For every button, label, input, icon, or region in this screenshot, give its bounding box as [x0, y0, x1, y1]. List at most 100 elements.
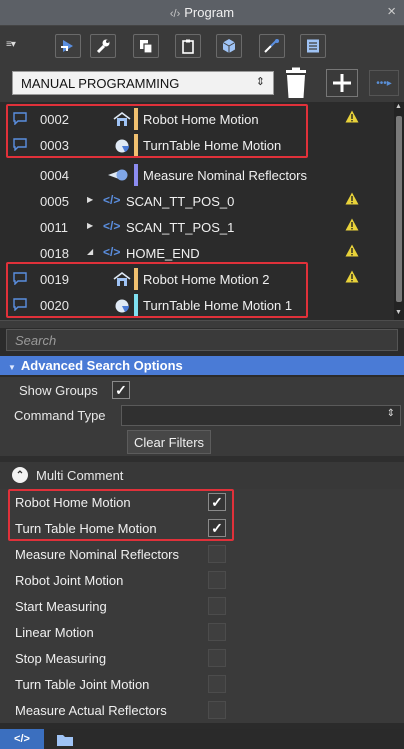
measure-button[interactable] [259, 34, 285, 58]
multi-comment-checkbox[interactable] [208, 623, 226, 641]
code-tab[interactable]: </> [0, 729, 44, 749]
program-bar: MANUAL PROGRAMMING ⇕ •••▸ [0, 64, 404, 102]
row-number: 0018 [40, 246, 69, 261]
run-icon [61, 40, 73, 52]
tree-row[interactable]: 0011 ▶ </> SCAN_TT_POS_1 [0, 214, 394, 240]
multi-comment-checkbox[interactable] [208, 649, 226, 667]
color-stripe [134, 108, 138, 130]
program-tree: 0002 Robot Home Motion 0003 TurnTable Home … [0, 102, 404, 320]
expand-arrow-icon[interactable]: ◢ [87, 247, 93, 256]
multi-comment-item: Stop Measuring [0, 645, 404, 671]
expand-arrow-icon[interactable]: ▶ [87, 221, 93, 230]
list-button[interactable] [300, 34, 326, 58]
select-arrows-icon: ⇕ [255, 76, 265, 88]
list-icon [307, 39, 319, 53]
tree-scrollbar[interactable]: ▲ ▼ [394, 102, 404, 320]
command-type-select[interactable]: ⇕ [121, 405, 401, 426]
add-button[interactable] [326, 69, 358, 97]
copy-button[interactable] [133, 34, 159, 58]
multi-comment-label: Turn Table Joint Motion [15, 677, 150, 692]
run-button[interactable] [55, 34, 81, 58]
multi-comment-checkbox[interactable]: ✓ [208, 493, 226, 511]
tree-row[interactable]: 0018 ◢ </> HOME_END [0, 240, 394, 266]
multi-comment-label: Stop Measuring [15, 651, 107, 666]
copy-icon [140, 40, 153, 54]
multi-comment-label: Linear Motion [15, 625, 94, 640]
row-number: 0019 [40, 272, 69, 287]
multi-comment-checkbox[interactable]: ✓ [208, 519, 226, 537]
window-title: ‹/› Program [0, 5, 404, 20]
tree-row[interactable]: 0004 Measure Nominal Reflectors [0, 162, 394, 188]
warning-icon [345, 110, 359, 126]
clear-filters-button[interactable]: Clear Filters [127, 430, 211, 454]
paste-button[interactable] [175, 34, 201, 58]
tree-row[interactable]: 0003 TurnTable Home Motion [0, 132, 394, 158]
folder-icon[interactable] [56, 733, 74, 747]
more-button[interactable]: •••▸ [369, 70, 399, 96]
multi-comment-checkbox[interactable] [208, 701, 226, 719]
row-label: HOME_END [126, 246, 200, 261]
expand-arrow-icon[interactable]: ▶ [87, 195, 93, 204]
scroll-down-icon[interactable]: ▼ [395, 309, 402, 316]
program-select[interactable]: MANUAL PROGRAMMING ⇕ [12, 71, 274, 95]
code-icon: ‹/› [169, 8, 181, 20]
menu-icon[interactable]: ≡▾ [6, 39, 16, 50]
multi-comment-checkbox[interactable] [208, 597, 226, 615]
multi-comment-checkbox[interactable] [208, 571, 226, 589]
comment-icon [13, 298, 27, 312]
command-type-label: Command Type [14, 408, 106, 423]
window-title-text: Program [184, 5, 235, 20]
multi-comment-item: Measure Actual Reflectors [0, 697, 404, 723]
command-type-row: Command Type ⇕ [0, 403, 404, 429]
measure-icon [264, 39, 279, 53]
multi-comment-checkbox[interactable] [208, 545, 226, 563]
warning-icon [345, 270, 359, 286]
scroll-thumb[interactable] [396, 116, 402, 302]
warning-icon [345, 218, 359, 234]
object-button[interactable] [216, 34, 242, 58]
trash-icon [286, 67, 306, 98]
row-label: SCAN_TT_POS_0 [126, 194, 235, 209]
multi-comment-label: Measure Actual Reflectors [15, 703, 167, 718]
toolbar: ≡▾ [0, 26, 404, 64]
multi-comment-label: Start Measuring [15, 599, 107, 614]
color-stripe [134, 294, 138, 316]
multi-comment-label: Turn Table Home Motion [15, 521, 157, 536]
program-select-value: MANUAL PROGRAMMING [21, 76, 180, 91]
code-icon: </> [103, 193, 121, 207]
row-number: 0002 [40, 112, 69, 127]
show-groups-row: Show Groups ✓ [0, 377, 404, 403]
delete-button[interactable] [283, 67, 309, 99]
select-arrows-icon: ⇕ [386, 408, 395, 419]
code-icon: </> [103, 245, 121, 259]
tree-row[interactable]: 0020 TurnTable Home Motion 1 [0, 292, 394, 318]
comment-icon [13, 272, 27, 286]
robot-home-icon [113, 272, 131, 290]
plus-icon [333, 74, 351, 92]
tree-row[interactable]: 0002 Robot Home Motion [0, 106, 394, 132]
search-input[interactable] [6, 329, 398, 351]
advanced-search-header[interactable]: ▼ Advanced Search Options [0, 356, 404, 375]
multi-comment-item: Robot Joint Motion [0, 567, 404, 593]
multi-comment-item: Turn Table Joint Motion [0, 671, 404, 697]
collapse-up-icon[interactable]: ⌃ [12, 467, 28, 483]
tree-row[interactable]: 0019 Robot Home Motion 2 [0, 266, 394, 292]
bottom-bar: </> [0, 729, 404, 749]
panel-splitter[interactable] [0, 320, 404, 328]
turntable-icon [115, 298, 131, 316]
comment-icon [13, 138, 27, 152]
multi-comment-item: Linear Motion [0, 619, 404, 645]
multi-comment-label: Robot Joint Motion [15, 573, 124, 588]
settings-button[interactable] [90, 34, 116, 58]
color-stripe [134, 134, 138, 156]
multi-comment-title: Multi Comment [36, 468, 124, 483]
show-groups-label: Show Groups [19, 383, 98, 398]
multi-comment-header[interactable]: ⌃ Multi Comment [0, 462, 404, 489]
show-groups-checkbox[interactable]: ✓ [112, 381, 130, 399]
scroll-up-icon[interactable]: ▲ [395, 103, 402, 110]
advanced-search-title: Advanced Search Options [20, 358, 183, 373]
tree-row[interactable]: 0005 ▶ </> SCAN_TT_POS_0 [0, 188, 394, 214]
color-stripe [134, 164, 138, 186]
multi-comment-checkbox[interactable] [208, 675, 226, 693]
close-icon[interactable]: × [387, 3, 396, 20]
